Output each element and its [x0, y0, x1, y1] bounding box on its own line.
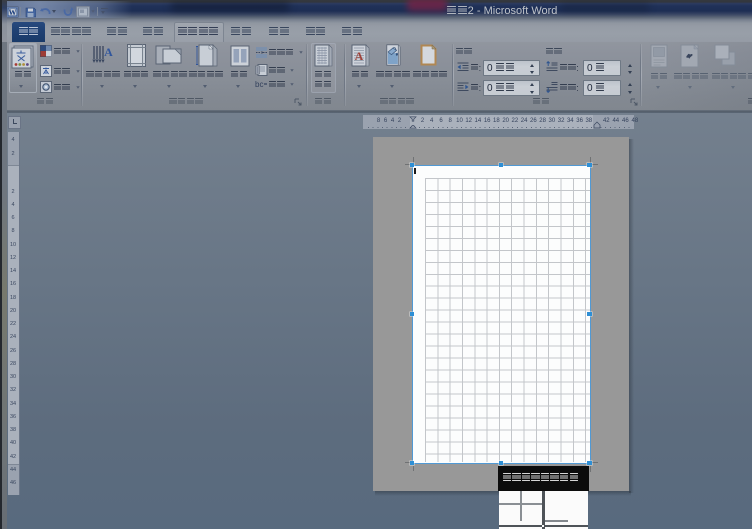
svg-text:W: W — [9, 8, 17, 17]
svg-text:A: A — [104, 45, 113, 59]
svg-text:bc: bc — [255, 80, 263, 89]
svg-text:A: A — [355, 49, 364, 63]
